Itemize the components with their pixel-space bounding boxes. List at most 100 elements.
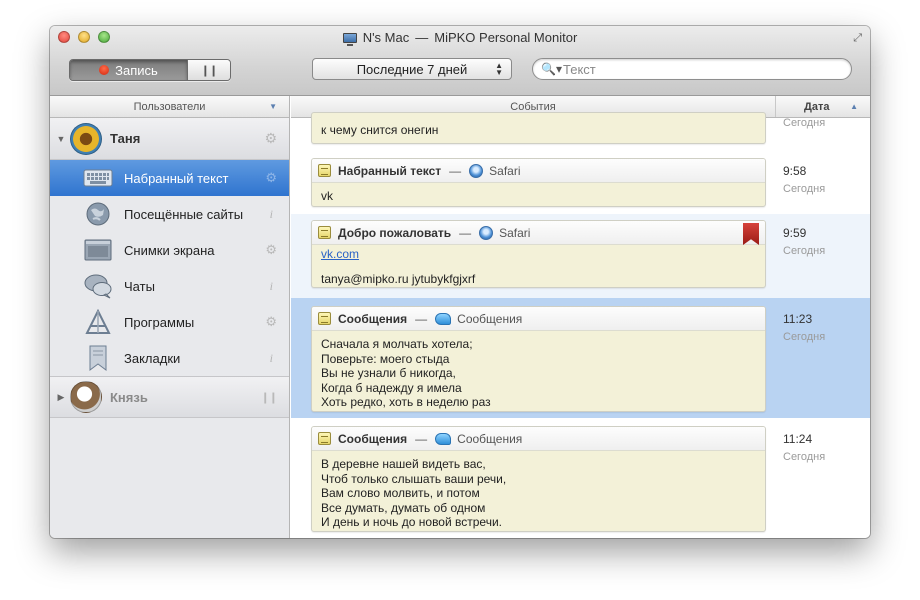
event-time: 9:59 <box>783 226 807 240</box>
event-row[interactable]: Набранный текст — Safari vk 9:58 Сегодня <box>291 156 870 214</box>
note-icon <box>318 312 331 325</box>
gear-icon[interactable]: ⚙ <box>265 170 277 186</box>
event-row[interactable]: к чему снится онегин Сегодня <box>291 112 870 156</box>
sidebar-item-label: Закладки <box>124 350 181 366</box>
event-time: 11:23 <box>783 312 813 326</box>
event-line: В деревне нашей видеть вас, <box>321 457 486 471</box>
sort-descending-icon: ▼ <box>269 102 277 111</box>
paused-icon[interactable]: ❙❙ <box>261 391 278 404</box>
event-type: Добро пожаловать <box>338 225 452 240</box>
info-icon[interactable]: i <box>270 207 273 222</box>
event-body: vk <box>312 183 765 206</box>
sidebar-item-label: Посещённые сайты <box>124 206 244 222</box>
event-type: Сообщения <box>338 311 408 326</box>
disclosure-collapsed-icon[interactable]: ▶ <box>52 392 70 403</box>
event-time: 9:58 <box>783 164 807 178</box>
sidebar-item-visited-sites[interactable]: Посещённые сайты i <box>50 196 289 232</box>
event-date: 9:59 Сегодня <box>783 226 870 257</box>
separator: — <box>459 225 472 240</box>
event-card-header: Добро пожаловать — Safari <box>312 221 765 245</box>
event-card: Сообщения — Сообщения Сначала я молчать … <box>311 306 766 412</box>
event-type: Сообщения <box>338 431 408 446</box>
event-line: Вы не узнали б никогда, <box>321 366 456 380</box>
event-app: Safari <box>489 163 521 178</box>
disclosure-expanded-icon[interactable]: ▼ <box>52 134 70 144</box>
event-line: tanya@mipko.ru jytubykfgjxrf <box>321 271 476 286</box>
avatar <box>70 381 102 413</box>
separator: — <box>415 431 428 446</box>
gear-icon[interactable]: ⚙ <box>265 314 277 330</box>
sidebar-item-bookmarks[interactable]: Закладки i <box>50 340 289 376</box>
sidebar-header[interactable]: Пользователи ▼ <box>50 96 289 118</box>
event-day: Сегодня <box>783 245 826 257</box>
record-button[interactable]: Запись <box>70 60 188 80</box>
period-value: Последние 7 дней <box>356 61 468 77</box>
user-row-tanya[interactable]: ▼ Таня ⚙ <box>50 118 289 160</box>
title-separator: — <box>415 30 429 45</box>
event-line: Сначала я молчать хотела; <box>321 337 473 351</box>
event-day: Сегодня <box>783 183 826 195</box>
sidebar-item-label: Снимки экрана <box>124 242 215 258</box>
chat-icon <box>82 273 114 299</box>
user-name: Таня <box>110 131 141 146</box>
event-link[interactable]: vk.com <box>321 247 756 262</box>
note-icon <box>318 164 331 177</box>
events-list: События Дата ▲ к чему снится онегин Сего… <box>291 96 870 538</box>
sidebar-item-chats[interactable]: Чаты i <box>50 268 289 304</box>
fullscreen-icon[interactable]: ⤢ <box>853 32 862 45</box>
event-row[interactable]: Сообщения — Сообщения Сначала я молчать … <box>291 298 870 418</box>
search-field[interactable]: 🔍▾ <box>532 58 852 80</box>
event-card: к чему снится онегин <box>311 112 766 144</box>
messages-icon <box>435 432 452 445</box>
event-card: Добро пожаловать — Safari vk.com tanya@m… <box>311 220 766 288</box>
messages-icon <box>435 312 452 325</box>
select-arrows-icon: ▲ ▼ <box>495 61 503 77</box>
event-card-header: Сообщения — Сообщения <box>312 427 765 451</box>
sidebar-item-label: Набранный текст <box>124 170 229 186</box>
period-select[interactable]: Последние 7 дней ▲ ▼ <box>312 58 512 80</box>
search-icon[interactable]: 🔍▾ <box>541 62 563 76</box>
event-row[interactable]: Сообщения — Сообщения В деревне нашей ви… <box>291 418 870 538</box>
screen-icon <box>82 237 114 263</box>
event-day: Сегодня <box>783 331 826 343</box>
info-icon[interactable]: i <box>270 351 273 366</box>
sidebar-item-label: Чаты <box>124 278 155 294</box>
info-icon[interactable]: i <box>270 279 273 294</box>
date-column-header[interactable]: Дата ▲ <box>775 96 870 117</box>
globe-icon <box>82 201 114 227</box>
event-day: Сегодня <box>783 117 826 129</box>
sidebar-header-label: Пользователи <box>133 100 206 113</box>
user-row-knyaz[interactable]: ▶ Князь ❙❙ <box>50 376 289 418</box>
sidebar-item-programs[interactable]: Программы ⚙ <box>50 304 289 340</box>
title-app: MiPKO Personal Monitor <box>434 30 578 45</box>
events-column-header[interactable]: События <box>291 101 775 113</box>
event-line: Все думать, думать об одном <box>321 500 486 515</box>
event-line: Когда б надежду я имела <box>321 380 462 395</box>
sidebar-item-typed-text[interactable]: Набранный текст ⚙ <box>50 160 289 196</box>
event-card-header: Набранный текст — Safari <box>312 159 765 183</box>
event-line: И день и ночь до новой встречи. <box>321 515 502 529</box>
event-line: Чтоб только слышать ваши речи, <box>321 471 507 486</box>
gear-icon[interactable]: ⚙ <box>265 242 277 258</box>
event-line: Поверьте: моего стыда <box>321 351 450 366</box>
event-body: В деревне нашей видеть вас, Чтоб только … <box>312 451 765 531</box>
event-date: 9:58 Сегодня <box>783 164 870 195</box>
sidebar-item-screenshots[interactable]: Снимки экрана ⚙ <box>50 232 289 268</box>
pause-button[interactable]: ❙❙ <box>188 60 230 80</box>
event-text: к чему снится онегин <box>321 123 439 137</box>
separator: — <box>415 311 428 326</box>
note-icon <box>318 432 331 445</box>
search-input[interactable] <box>563 61 833 77</box>
event-card: Сообщения — Сообщения В деревне нашей ви… <box>311 426 766 532</box>
gear-icon[interactable]: ⚙ <box>264 130 277 147</box>
separator: — <box>449 163 462 178</box>
title-device: N's Mac <box>362 30 410 45</box>
bookmark-flag-icon[interactable] <box>743 223 759 245</box>
sidebar-item-label: Программы <box>124 314 195 330</box>
sidebar: Пользователи ▼ ▼ Таня ⚙ Набранный текст … <box>50 96 290 538</box>
toolbar: N's Mac — MiPKO Personal Monitor ⤢ Запис… <box>50 26 870 96</box>
bookmark-icon <box>82 345 114 371</box>
event-row[interactable]: Добро пожаловать — Safari vk.com tanya@m… <box>291 214 870 298</box>
keyboard-icon <box>82 165 114 191</box>
event-type: Набранный текст <box>338 163 442 178</box>
